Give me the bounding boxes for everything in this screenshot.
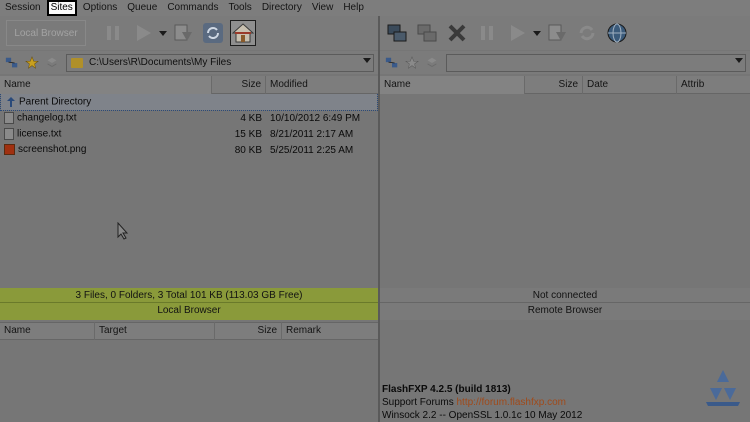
remote-chevron-down-icon[interactable]	[735, 57, 743, 63]
image-file-icon	[4, 144, 15, 156]
remote-history-icon[interactable]	[424, 55, 440, 71]
local-browser-button[interactable]: Local Browser	[6, 20, 86, 46]
local-col-name[interactable]: Name	[0, 75, 212, 94]
play-icon[interactable]	[130, 20, 156, 46]
folder-icon	[71, 57, 83, 68]
connect-icon[interactable]	[384, 20, 410, 46]
local-history-icon[interactable]	[44, 55, 60, 71]
queue-col-name[interactable]: Name	[0, 322, 95, 340]
remote-col-name[interactable]: Name	[380, 75, 525, 94]
queue-col-remark[interactable]: Remark	[282, 322, 378, 340]
local-path-text: C:\Users\R\Documents\My Files	[89, 57, 232, 68]
row-name: license.txt	[17, 128, 62, 140]
refresh-icon[interactable]	[200, 20, 226, 46]
remote-play-icon[interactable]	[504, 20, 530, 46]
remote-column-header: Name Size Date Attrib	[380, 75, 750, 94]
flashfxp-window: Session Sites Options Queue Commands Too…	[0, 0, 750, 422]
row-modified: 8/21/2011 2:17 AM	[270, 128, 354, 140]
remote-address-bar	[380, 51, 750, 74]
transfer-icon[interactable]	[170, 20, 196, 46]
local-col-modified[interactable]: Modified	[266, 76, 378, 94]
log-winsock-line: Winsock 2.2 -- OpenSSL 1.0.1c 10 May 201…	[382, 410, 583, 421]
row-modified: 10/10/2012 6:49 PM	[270, 112, 361, 124]
row-modified: 5/25/2011 2:25 AM	[270, 144, 354, 156]
local-column-header: Name Size Modified	[0, 75, 378, 94]
queue-col-size[interactable]: Size	[215, 322, 282, 340]
remote-status-label: Remote Browser	[527, 305, 603, 316]
local-status-bar: 3 Files, 0 Folders, 3 Total 101 KB (113.…	[0, 288, 378, 320]
menu-bar: Session Sites Options Queue Commands Too…	[0, 0, 750, 16]
menu-commands[interactable]: Commands	[164, 1, 221, 15]
disconnect-icon[interactable]	[414, 20, 440, 46]
flashfxp-logo-icon	[706, 370, 740, 406]
remote-path-field[interactable]	[446, 53, 746, 72]
queue-column-header: Name Target Size Remark	[0, 322, 378, 340]
remote-site-manager-icon[interactable]	[384, 55, 400, 71]
favorites-star-icon[interactable]	[24, 55, 40, 71]
remote-file-pane: Name Size Date Attrib	[380, 75, 750, 286]
pause-icon[interactable]	[100, 20, 126, 46]
support-forum-link[interactable]: http://forum.flashfxp.com	[456, 397, 566, 408]
local-toolbar: Local Browser	[0, 16, 378, 50]
menu-tools[interactable]: Tools	[225, 1, 254, 15]
row-size: 4 KB	[240, 112, 262, 124]
remote-transfer-icon[interactable]	[544, 20, 570, 46]
remote-col-date[interactable]: Date	[583, 75, 677, 94]
table-row[interactable]: Parent Directory	[0, 93, 378, 111]
remote-favorites-star-icon[interactable]	[404, 55, 420, 71]
remote-status-summary: Not connected	[380, 288, 750, 303]
parent-directory-icon	[7, 97, 15, 107]
remote-status-bar: Not connected Remote Browser	[380, 288, 750, 320]
log-support-line: Support Forums http://forum.flashfxp.com	[382, 397, 566, 408]
row-size: 80 KB	[234, 144, 262, 156]
table-row[interactable]: license.txt 15 KB 8/21/2011 2:17 AM	[0, 126, 378, 142]
table-row[interactable]: screenshot.png 80 KB 5/25/2011 2:25 AM	[0, 142, 378, 158]
home-icon[interactable]	[230, 20, 256, 46]
site-manager-icon[interactable]	[4, 55, 20, 71]
local-address-bar: C:\Users\R\Documents\My Files	[0, 51, 378, 74]
menu-sites[interactable]: Sites	[46, 0, 77, 16]
remote-col-size[interactable]: Size	[525, 75, 583, 94]
status-log: FlashFXP 4.2.5 (build 1813) Support Foru…	[380, 322, 750, 422]
menu-directory[interactable]: Directory	[259, 1, 305, 15]
menu-help[interactable]: Help	[340, 1, 367, 15]
remote-refresh-icon[interactable]	[574, 20, 600, 46]
log-version-line: FlashFXP 4.2.5 (build 1813)	[382, 384, 511, 395]
row-name: screenshot.png	[18, 144, 87, 156]
local-path-field[interactable]: C:\Users\R\Documents\My Files	[66, 53, 374, 72]
menu-options[interactable]: Options	[80, 1, 120, 15]
row-name: Parent Directory	[19, 96, 92, 108]
remote-play-dropdown-icon[interactable]	[532, 20, 542, 46]
remote-toolbar	[380, 16, 750, 50]
remote-pause-icon[interactable]	[474, 20, 500, 46]
globe-icon[interactable]	[604, 20, 630, 46]
local-status-summary: 3 Files, 0 Folders, 3 Total 101 KB (113.…	[0, 288, 378, 303]
menu-view[interactable]: View	[309, 1, 337, 15]
text-file-icon	[4, 112, 14, 124]
menu-session[interactable]: Session	[2, 1, 44, 15]
local-col-size[interactable]: Size	[212, 75, 266, 94]
menu-queue[interactable]: Queue	[124, 1, 160, 15]
chevron-down-icon[interactable]	[363, 57, 371, 63]
row-name: changelog.txt	[17, 112, 77, 124]
row-size: 15 KB	[234, 128, 262, 140]
local-status-label: Local Browser	[157, 305, 221, 316]
text-file-icon	[4, 128, 14, 140]
play-dropdown-icon[interactable]	[158, 20, 168, 46]
mouse-cursor-icon	[117, 222, 129, 240]
local-file-pane: Name Size Modified Parent Directory chan…	[0, 75, 378, 286]
queue-col-target[interactable]: Target	[95, 322, 215, 340]
abort-icon[interactable]	[444, 20, 470, 46]
remote-col-attrib[interactable]: Attrib	[677, 76, 747, 94]
table-row[interactable]: changelog.txt 4 KB 10/10/2012 6:49 PM	[0, 110, 378, 126]
transfer-queue: Name Target Size Remark	[0, 322, 378, 422]
